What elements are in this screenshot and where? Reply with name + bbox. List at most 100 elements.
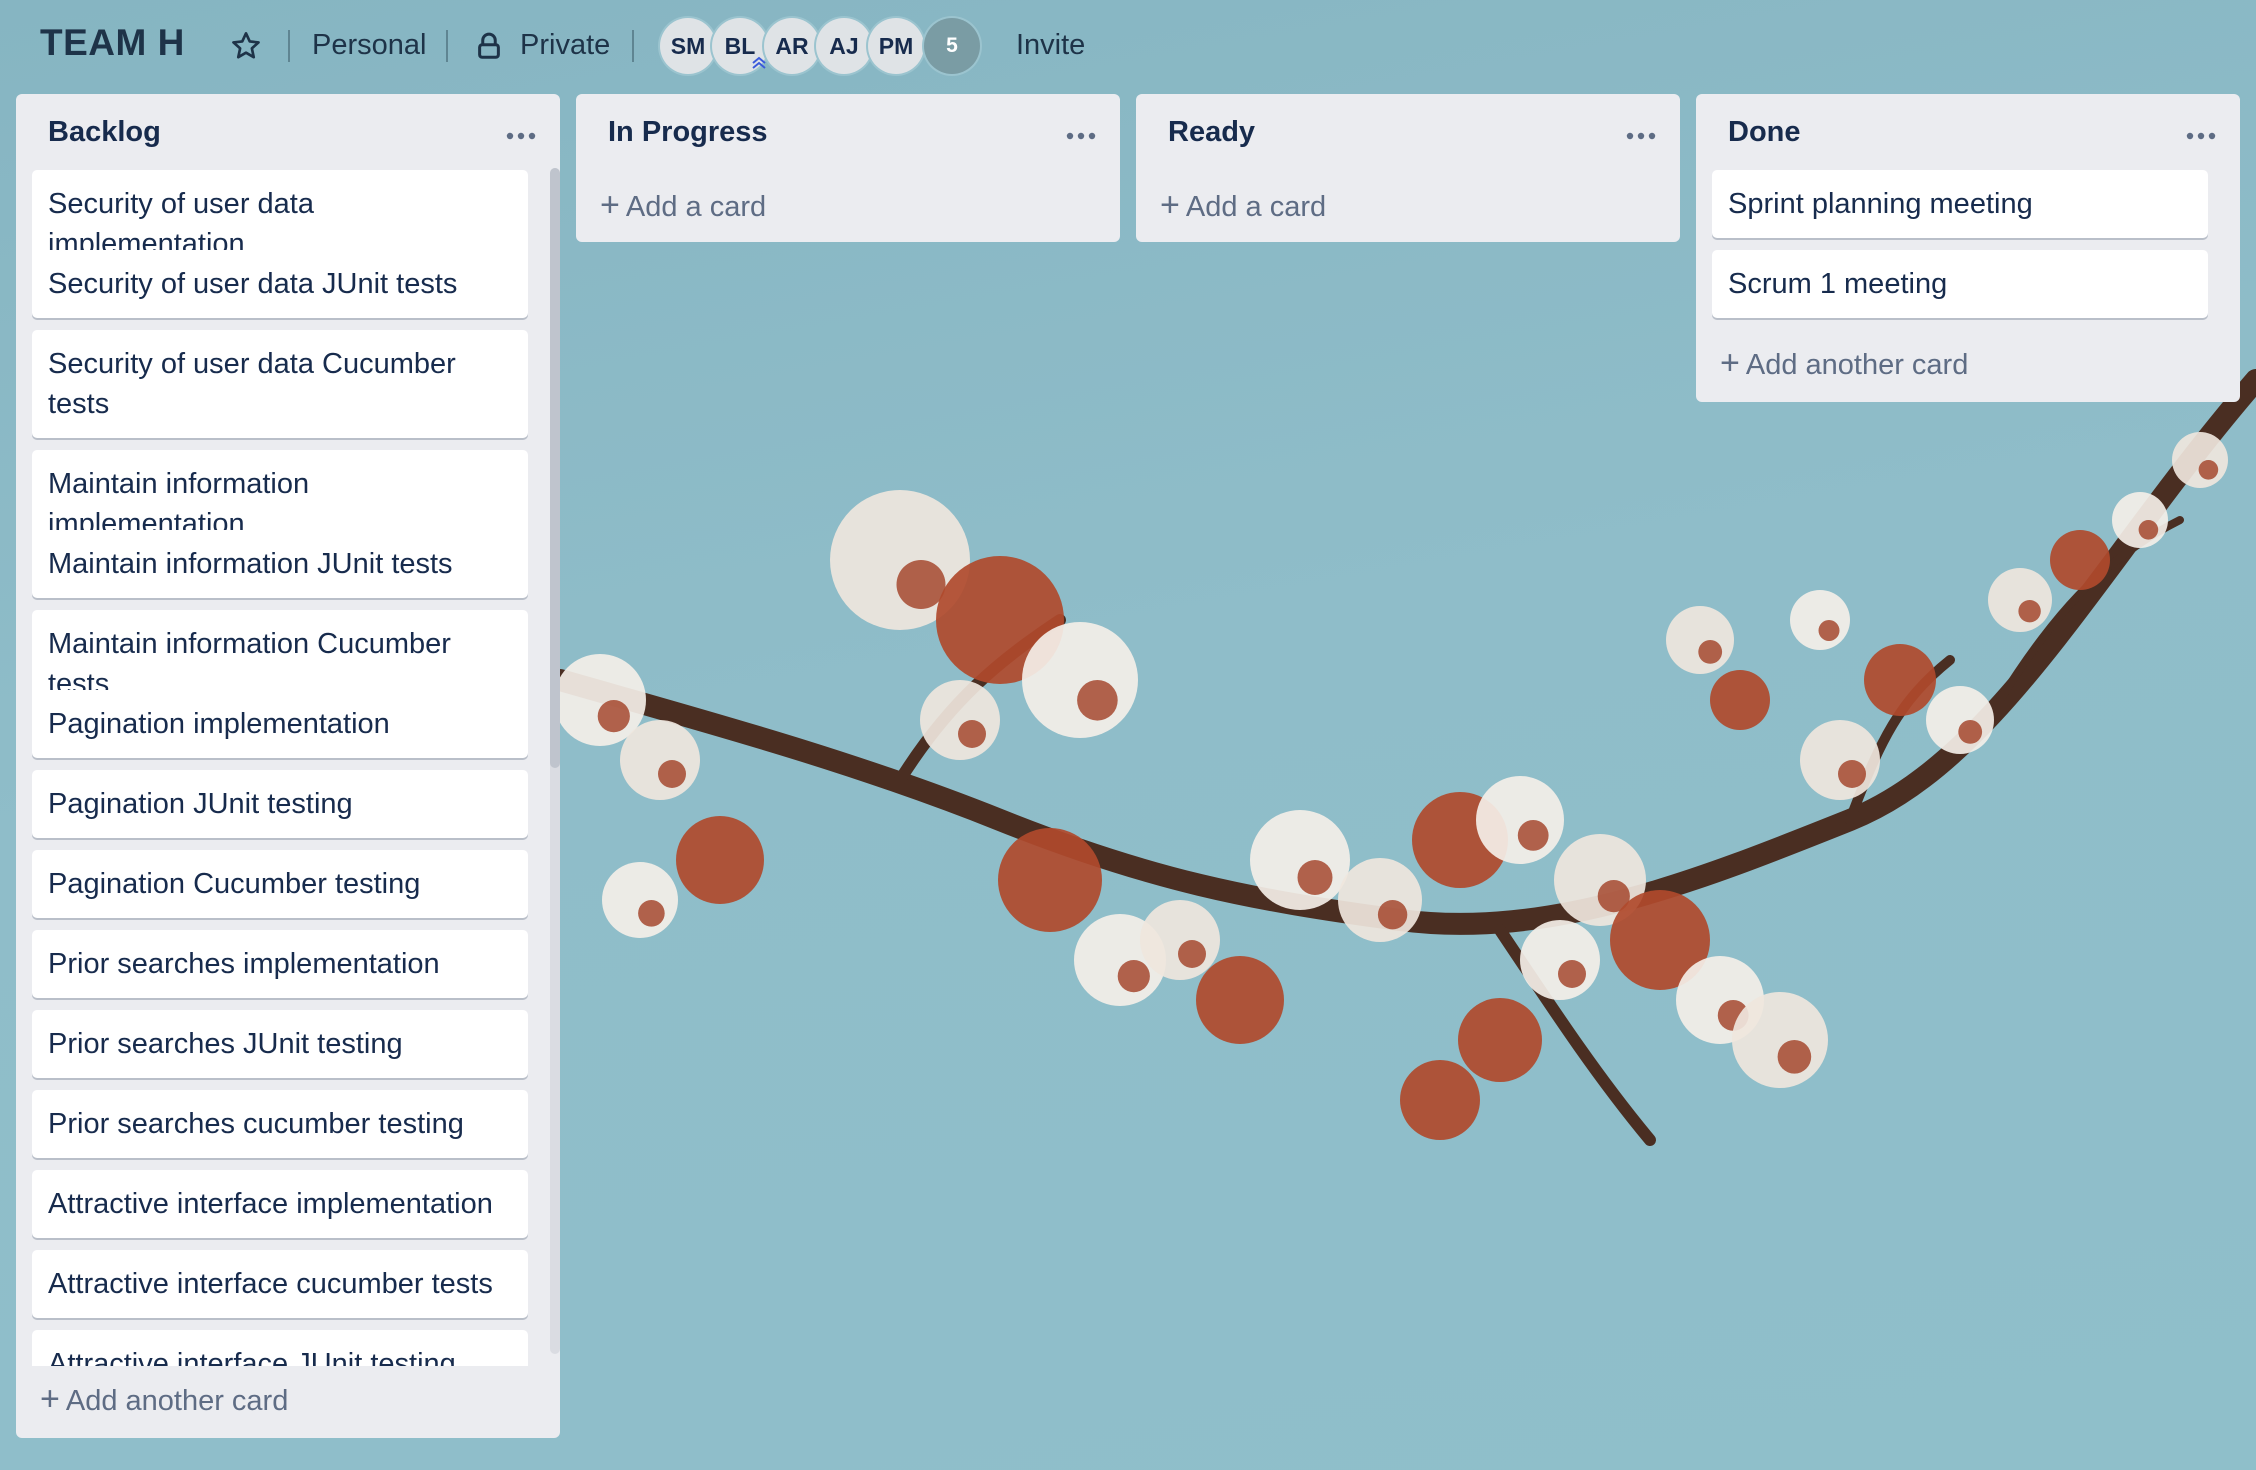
blossom-bud (1838, 760, 1866, 788)
list-scrollbar[interactable] (550, 168, 560, 1354)
board-title[interactable]: TEAM H (40, 22, 185, 64)
blossom (1196, 956, 1284, 1044)
blossom (1458, 998, 1542, 1082)
blossom (1338, 858, 1422, 942)
blossom-bud (1077, 680, 1118, 721)
blossom (1732, 992, 1828, 1088)
blossom (1140, 900, 1220, 980)
blossom-bud (958, 720, 986, 748)
blossom (1666, 606, 1734, 674)
blossom-bud (2018, 600, 2041, 623)
add-card-button[interactable]: + Add a card (1160, 186, 1326, 225)
blossom (1710, 670, 1770, 730)
blossom (1022, 622, 1138, 738)
card[interactable]: Security of user data JUnit tests (32, 250, 528, 318)
blossom-bud (1297, 860, 1333, 895)
plus-icon: + (600, 186, 620, 224)
list-title[interactable]: In Progress (608, 116, 768, 149)
avatar[interactable]: AR (764, 18, 820, 74)
card[interactable]: Attractive interface cucumber tests (32, 1250, 528, 1318)
card[interactable]: Attractive interface JUnit testing (32, 1330, 528, 1366)
list-done: Done Sprint planning meeting Scrum 1 mee… (1696, 94, 2240, 402)
blossom (998, 828, 1102, 932)
header-divider (288, 30, 290, 62)
blossom (602, 862, 678, 938)
blossom-bud (1178, 940, 1206, 968)
admin-chevron-icon (752, 56, 766, 69)
scroll-thumb[interactable] (550, 168, 560, 768)
blossom-bud (2138, 520, 2159, 540)
blossom-bud (1818, 620, 1840, 641)
list-title[interactable]: Backlog (48, 116, 161, 149)
add-card-label: Add a card (625, 191, 767, 223)
blossom (1400, 1060, 1480, 1140)
add-card-button[interactable]: + Add a card (600, 186, 766, 225)
team-button[interactable]: Personal (312, 29, 426, 62)
menu-dots-icon[interactable] (2186, 132, 2216, 140)
lock-icon (478, 32, 500, 59)
card[interactable]: Pagination JUnit testing (32, 770, 528, 838)
header-divider (632, 30, 634, 62)
star-icon[interactable] (230, 30, 262, 62)
blossom (1800, 720, 1880, 800)
blossom-bud (1777, 1040, 1812, 1074)
card[interactable]: Prior searches JUnit testing (32, 1010, 528, 1078)
blossom-bud (1377, 900, 1408, 930)
add-card-label: Add a card (1185, 191, 1327, 223)
list-title[interactable]: Done (1728, 116, 1801, 149)
blossom (2050, 530, 2110, 590)
blossom-bud (896, 560, 946, 609)
list-in-progress: In Progress + Add a card (576, 94, 1120, 242)
invite-button[interactable]: Invite (1016, 29, 1085, 62)
blossom (1520, 920, 1600, 1000)
card[interactable]: Scrum 1 meeting (1712, 250, 2208, 318)
blossom (2112, 492, 2168, 548)
card[interactable]: Prior searches implementation (32, 930, 528, 998)
blossom (2172, 432, 2228, 488)
card[interactable]: Attractive interface implementation (32, 1170, 528, 1238)
board-header: TEAM H Personal Private SM BL AR AJ PM 5… (0, 0, 2256, 92)
blossom (1926, 686, 1994, 754)
plus-icon: + (40, 1380, 60, 1418)
card[interactable]: Pagination implementation (32, 690, 528, 758)
avatar[interactable]: PM (868, 18, 924, 74)
blossom (1790, 590, 1850, 650)
more-members-badge[interactable]: 5 (924, 18, 980, 74)
add-card-button[interactable]: + Add another card (40, 1380, 288, 1419)
blossom-bud (1517, 820, 1549, 851)
blossom-bud (1958, 720, 1983, 744)
list-title[interactable]: Ready (1168, 116, 1255, 149)
blossom-bud (2198, 460, 2219, 480)
header-divider (446, 30, 448, 62)
menu-dots-icon[interactable] (1626, 132, 1656, 140)
add-card-button[interactable]: + Add another card (1720, 344, 1968, 383)
list-ready: Ready + Add a card (1136, 94, 1680, 242)
add-card-label: Add another card (65, 1385, 289, 1417)
plus-icon: + (1160, 186, 1180, 224)
card[interactable]: Maintain information JUnit tests (32, 530, 528, 598)
blossom (1988, 568, 2052, 632)
avatar[interactable]: SM (660, 18, 716, 74)
blossom-bud (597, 700, 630, 733)
card[interactable]: Pagination Cucumber testing (32, 850, 528, 918)
list-backlog: Backlog Security of user data implementa… (16, 94, 560, 1438)
plus-icon: + (1720, 344, 1740, 382)
menu-dots-icon[interactable] (506, 132, 536, 140)
blossom-bud (1698, 640, 1723, 664)
blossom-bud (1558, 960, 1586, 988)
blossom-bud (658, 760, 686, 788)
blossom (620, 720, 700, 800)
card[interactable]: Prior searches cucumber testing (32, 1090, 528, 1158)
card[interactable]: Security of user data Cucumber tests (32, 330, 528, 438)
menu-dots-icon[interactable] (1066, 132, 1096, 140)
blossom (920, 680, 1000, 760)
blossom (1476, 776, 1564, 864)
visibility-button[interactable]: Private (520, 29, 610, 62)
blossom-bud (638, 900, 665, 927)
blossom (676, 816, 764, 904)
blossom (1864, 644, 1936, 716)
card-list: Security of user data implementation Sec… (16, 168, 546, 1366)
card[interactable]: Sprint planning meeting (1712, 170, 2208, 238)
add-card-label: Add another card (1745, 349, 1969, 381)
avatar[interactable]: AJ (816, 18, 872, 74)
